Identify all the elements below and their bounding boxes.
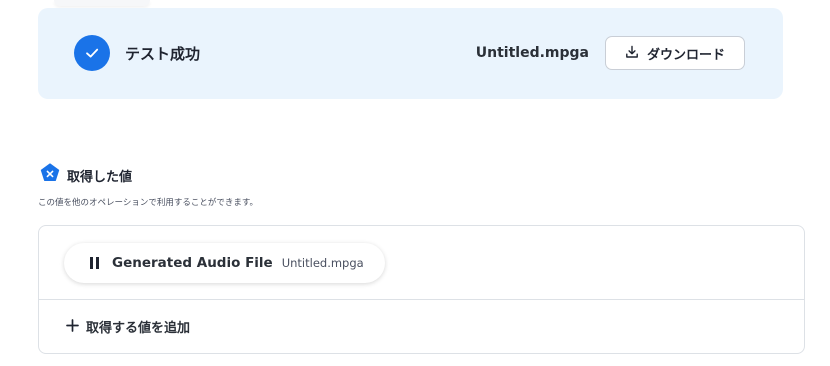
result-filename: Untitled.mpga — [475, 45, 589, 61]
captured-values-header: 取得した値 — [40, 163, 132, 187]
captured-value-label: Generated Audio File — [112, 255, 273, 271]
variable-badge-icon — [40, 163, 60, 187]
download-icon — [625, 44, 639, 63]
captured-values-description: この値を他のオペレーションで利用することができます。 — [38, 198, 258, 208]
test-result-card: テスト成功 Untitled.mpga ダウンロード — [38, 8, 783, 99]
test-result-title: テスト成功 — [125, 45, 201, 63]
captured-values-title: 取得した値 — [67, 169, 133, 185]
captured-value-chip[interactable]: Generated Audio File Untitled.mpga — [64, 243, 385, 283]
plus-icon — [66, 317, 79, 336]
pause-icon — [90, 257, 99, 269]
add-value-label: 取得する値を追加 — [86, 321, 191, 336]
success-check-icon — [74, 35, 110, 71]
captured-values-box: Generated Audio File Untitled.mpga 取得する値… — [38, 225, 805, 354]
download-button[interactable]: ダウンロード — [605, 36, 745, 70]
add-value-button[interactable]: 取得する値を追加 — [66, 317, 190, 336]
captured-value-filename: Untitled.mpga — [281, 256, 364, 270]
download-button-label: ダウンロード — [646, 47, 725, 63]
top-card-edge — [54, 0, 150, 6]
divider — [39, 299, 804, 300]
